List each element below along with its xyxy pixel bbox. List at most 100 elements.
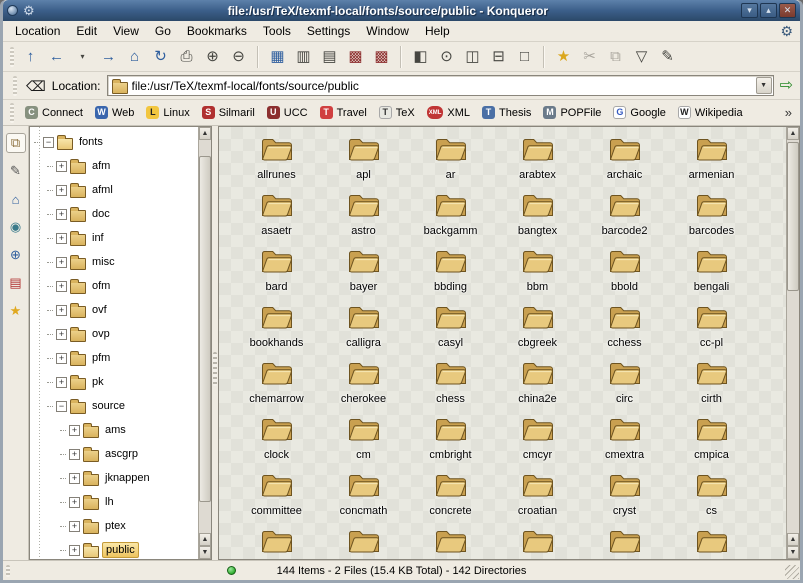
tree-expander-icon[interactable]: +: [56, 377, 67, 388]
scroll-down-icon[interactable]: ▼: [787, 546, 799, 559]
tree-expander-icon[interactable]: +: [56, 161, 67, 172]
folder-item[interactable]: arabtex: [494, 135, 581, 191]
location-combobox[interactable]: ▼: [107, 75, 774, 96]
close-view-button[interactable]: □: [512, 44, 537, 69]
tree-scrollbar[interactable]: ▲ ▲ ▼: [198, 127, 211, 559]
icon-view[interactable]: allrunes apl ar: [219, 127, 786, 559]
folder-item[interactable]: bbm: [494, 247, 581, 303]
folder-item[interactable]: bayer: [320, 247, 407, 303]
bookmark-google[interactable]: G Google: [607, 104, 671, 121]
menu-edit[interactable]: Edit: [68, 22, 105, 40]
bookmark-travel[interactable]: T Travel: [314, 104, 373, 121]
folder-item[interactable]: cm: [320, 415, 407, 471]
folder-item[interactable]: ar: [407, 135, 494, 191]
detailed-view-button[interactable]: ▤: [317, 44, 342, 69]
scroll-up-icon[interactable]: ▲: [787, 127, 799, 140]
panel-splitter[interactable]: [212, 126, 218, 560]
bookmark-popfile[interactable]: M POPFile: [537, 104, 607, 121]
menu-window[interactable]: Window: [358, 22, 417, 40]
icon-view-button[interactable]: ▦: [265, 44, 290, 69]
folder-item[interactable]: bbold: [581, 247, 668, 303]
brick-view-button[interactable]: ▩: [343, 44, 368, 69]
folder-item[interactable]: bengali: [668, 247, 755, 303]
tree-item[interactable]: − fonts: [30, 130, 198, 154]
tree-expander-icon[interactable]: +: [56, 353, 67, 364]
tree-item[interactable]: + pk: [30, 370, 198, 394]
folder-item[interactable]: cmextra: [581, 415, 668, 471]
folder-icon[interactable]: [233, 527, 320, 555]
folder-item[interactable]: barcode2: [581, 191, 668, 247]
folder-item[interactable]: china2e: [494, 359, 581, 415]
resize-grip-icon[interactable]: [785, 565, 799, 579]
show-sidebar-button[interactable]: ◧: [408, 44, 433, 69]
tree-expander-icon[interactable]: +: [69, 521, 80, 532]
folder-item[interactable]: archaic: [581, 135, 668, 191]
reload-button[interactable]: ↻: [148, 44, 173, 69]
tree-expander-icon[interactable]: +: [56, 185, 67, 196]
folder-item[interactable]: cs: [668, 471, 755, 527]
back-history-dropdown[interactable]: ▾: [70, 44, 95, 69]
folder-item[interactable]: cirth: [668, 359, 755, 415]
scroll-up-icon[interactable]: ▲: [787, 533, 799, 546]
back-button[interactable]: ←: [44, 44, 69, 69]
maximize-button[interactable]: ▴: [760, 3, 777, 18]
minimize-button[interactable]: ▾: [741, 3, 758, 18]
main-scrollbar[interactable]: ▲ ▲ ▼: [786, 127, 799, 559]
bookmark-ucc[interactable]: U UCC: [261, 104, 314, 121]
folder-item[interactable]: barcodes: [668, 191, 755, 247]
tree-item[interactable]: + lh: [30, 490, 198, 514]
tree-item[interactable]: + misc: [30, 250, 198, 274]
location-dropdown-icon[interactable]: ▼: [756, 77, 772, 94]
menu-tools[interactable]: Tools: [255, 22, 299, 40]
tree-expander-icon[interactable]: −: [43, 137, 54, 148]
toolbar-handle[interactable]: [10, 103, 14, 123]
tree-expander-icon[interactable]: +: [69, 497, 80, 508]
bookmark-thesis[interactable]: T Thesis: [476, 104, 537, 121]
tree-item[interactable]: + ams: [30, 418, 198, 442]
forward-button[interactable]: →: [96, 44, 121, 69]
folder-item[interactable]: cc-pl: [668, 303, 755, 359]
folder-item[interactable]: allrunes: [233, 135, 320, 191]
bookmark-wikipedia[interactable]: W Wikipedia: [672, 104, 749, 121]
scrollbar-track[interactable]: [199, 140, 211, 533]
folder-item[interactable]: calligra: [320, 303, 407, 359]
close-button[interactable]: ✕: [779, 3, 796, 18]
up-button[interactable]: ↑: [18, 44, 43, 69]
menu-bookmarks[interactable]: Bookmarks: [179, 22, 255, 40]
history-panel-button[interactable]: ✎: [6, 161, 26, 181]
bookmark-xml[interactable]: XML XML: [421, 104, 476, 121]
bookmark-tex[interactable]: T TeX: [373, 104, 421, 121]
bookmark-silmaril[interactable]: S Silmaril: [196, 104, 261, 121]
folder-item[interactable]: croatian: [494, 471, 581, 527]
find-button[interactable]: ⊙: [434, 44, 459, 69]
folder-icon[interactable]: [407, 527, 494, 555]
tree-expander-icon[interactable]: +: [69, 473, 80, 484]
folder-item[interactable]: bbding: [407, 247, 494, 303]
clear-location-icon[interactable]: ⌫: [26, 79, 46, 93]
zoom-in-button[interactable]: ⊕: [200, 44, 225, 69]
bookmark-overflow-icon[interactable]: »: [785, 105, 794, 120]
bookmarks-panel-button[interactable]: ⧉: [6, 133, 26, 153]
scrollbar-slider[interactable]: [787, 142, 799, 291]
tree-expander-icon[interactable]: +: [56, 305, 67, 316]
home-panel-button[interactable]: ⌂: [6, 189, 26, 209]
toolbar-handle[interactable]: [13, 76, 17, 96]
brick-view-button-2[interactable]: ▩: [369, 44, 394, 69]
folder-item[interactable]: cmbright: [407, 415, 494, 471]
folder-icon[interactable]: [581, 527, 668, 555]
bookmark-star-button[interactable]: ★: [551, 44, 576, 69]
split-vertical-button[interactable]: ◫: [460, 44, 485, 69]
split-horizontal-button[interactable]: ⊟: [486, 44, 511, 69]
folder-item[interactable]: clock: [233, 415, 320, 471]
tree-item[interactable]: + ascgrp: [30, 442, 198, 466]
scroll-up-icon[interactable]: ▲: [199, 127, 211, 140]
tree-expander-icon[interactable]: +: [56, 233, 67, 244]
tree-item[interactable]: + ptex: [30, 514, 198, 538]
folder-item[interactable]: chess: [407, 359, 494, 415]
tree-item[interactable]: + ofm: [30, 274, 198, 298]
tree-expander-icon[interactable]: +: [56, 209, 67, 220]
tree-expander-icon[interactable]: +: [56, 329, 67, 340]
tree-item[interactable]: + ovp: [30, 322, 198, 346]
home-button[interactable]: ⌂: [122, 44, 147, 69]
tree-item[interactable]: + ovf: [30, 298, 198, 322]
